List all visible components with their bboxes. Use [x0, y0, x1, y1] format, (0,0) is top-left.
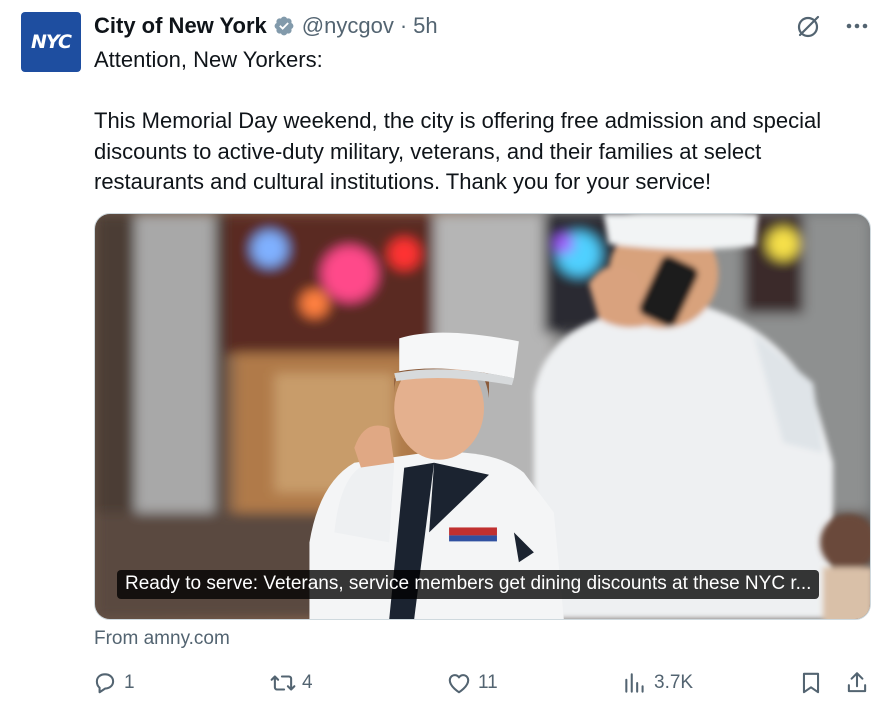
reply-button[interactable]: 1 [92, 670, 135, 696]
heart-icon [448, 674, 470, 694]
sailors-photo [95, 214, 870, 619]
timestamp[interactable]: 5h [413, 13, 437, 39]
reply-icon [95, 673, 115, 694]
handle[interactable]: @nycgov [302, 13, 394, 39]
bookmark-button[interactable] [798, 670, 824, 696]
tweet-text-line-1: Attention, New Yorkers: [94, 47, 323, 72]
tweet-text-line-2: This Memorial Day weekend, the city is o… [94, 108, 822, 194]
separator-dot: · [399, 13, 408, 38]
reply-count: 1 [124, 672, 135, 693]
link-card-image[interactable]: Ready to serve: Veterans, service member… [94, 213, 871, 620]
tweet-header: City of New York @nycgov · 5h [94, 11, 438, 41]
retweet-button[interactable]: 4 [270, 670, 313, 696]
retweet-icon [270, 675, 296, 691]
tweet: NYC City of New York @nycgov · 5h Attent… [0, 0, 889, 709]
avatar[interactable]: NYC [21, 12, 81, 72]
share-button[interactable] [844, 670, 870, 696]
share-icon [847, 672, 867, 693]
avatar-logo-text: NYC [31, 31, 72, 53]
bookmark-icon [802, 672, 820, 694]
like-button[interactable]: 11 [446, 670, 498, 696]
views-button[interactable]: 3.7K [622, 670, 693, 696]
top-actions [795, 12, 871, 40]
retweet-count: 4 [302, 672, 313, 693]
link-source[interactable]: From amny.com [94, 628, 230, 650]
display-name[interactable]: City of New York [94, 13, 267, 39]
more-icon[interactable] [843, 12, 871, 40]
grok-icon[interactable] [795, 12, 823, 40]
tweet-text: Attention, New Yorkers: This Memorial Da… [94, 45, 874, 198]
verified-badge-icon [274, 16, 294, 36]
link-card-title: Ready to serve: Veterans, service member… [117, 570, 820, 599]
action-bar: 1 4 11 3.7K [92, 670, 872, 700]
views-count: 3.7K [654, 672, 694, 693]
like-count: 11 [478, 672, 498, 693]
views-chart-icon [625, 673, 644, 693]
